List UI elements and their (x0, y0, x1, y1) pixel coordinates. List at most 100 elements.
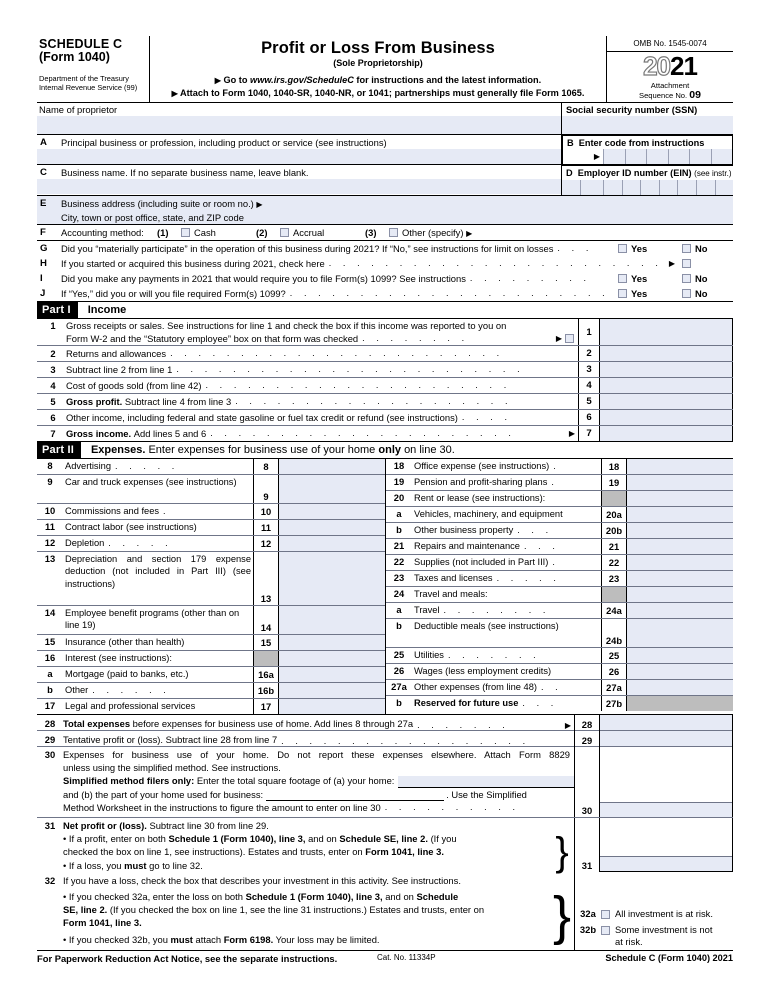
line-32b-checkbox[interactable] (601, 925, 610, 935)
line-28-amount[interactable] (600, 715, 732, 731)
code-cell[interactable] (710, 149, 732, 164)
code-cell[interactable] (689, 149, 711, 164)
expense-num-20a: a (396, 508, 402, 519)
l31-b3-a: • If a loss, you (63, 859, 122, 871)
expense-amount-24b[interactable] (627, 619, 733, 647)
expense-amount-15[interactable] (279, 635, 385, 650)
expense-amount-20a[interactable] (627, 507, 733, 522)
line-i-no[interactable]: No (679, 273, 733, 284)
line-a-input[interactable] (37, 149, 561, 164)
expense-amount-23[interactable] (627, 571, 733, 586)
expense-amount-24a[interactable] (627, 603, 733, 618)
line-31-amount[interactable] (600, 855, 732, 872)
ein-cell[interactable] (695, 180, 715, 195)
expense-amount-11[interactable] (279, 520, 385, 535)
income-amount-7[interactable] (600, 426, 733, 441)
line-j-no-checkbox[interactable] (682, 289, 691, 298)
income-amount-5[interactable] (600, 394, 733, 409)
ein-cell[interactable] (658, 180, 678, 195)
line-32-bullet-4-content: • If you checked 32b, you must attach Fo… (63, 933, 380, 946)
code-cell[interactable] (603, 149, 625, 164)
line-h-check[interactable] (679, 258, 733, 269)
expense-row-25: 25 Utilities . . . . . . . 25 (386, 648, 733, 664)
expense-amount-9[interactable] (279, 475, 385, 503)
ein-cell[interactable] (603, 180, 622, 195)
line-30-amount[interactable] (600, 802, 732, 817)
line-g-no-checkbox[interactable] (682, 244, 691, 253)
expense-num-14: 14 (44, 607, 56, 618)
line-30-business-sqft-input[interactable] (266, 788, 445, 801)
expense-amount-13[interactable] (279, 552, 385, 605)
expense-amount-25[interactable] (627, 648, 733, 663)
expense-row-26: 26 Wages (less employment credits) 26 (386, 664, 733, 680)
irs-url-link[interactable]: www.irs.gov/ScheduleC (250, 75, 354, 85)
expense-amount-10[interactable] (279, 504, 385, 519)
ein-cell[interactable] (562, 180, 580, 195)
line-32-num: 32 (44, 874, 56, 886)
expense-amount-27a[interactable] (627, 680, 733, 695)
expense-amount-16a[interactable] (279, 667, 385, 682)
income-amount-1[interactable] (600, 319, 733, 345)
line-30-box: 30 (581, 805, 593, 816)
code-cell[interactable] (667, 149, 689, 164)
expense-amount-8[interactable] (279, 459, 385, 474)
accounting-cash-checkbox[interactable] (181, 228, 190, 237)
line-32b-row[interactable]: 32b Some investment is not at risk. (575, 924, 733, 950)
line-f-opt1: Cash (194, 227, 216, 238)
ein-cell[interactable] (640, 180, 659, 195)
expense-amount-14[interactable] (279, 606, 385, 634)
ein-cell[interactable] (621, 180, 641, 195)
expense-amount-26[interactable] (627, 664, 733, 679)
expense-amount-17[interactable] (279, 699, 385, 714)
expense-label-16a: Mortgage (paid to banks, etc.) (65, 669, 189, 680)
line-30-home-sqft-input[interactable] (398, 775, 574, 788)
expense-amount-20b[interactable] (627, 523, 733, 538)
code-cell[interactable] (624, 149, 646, 164)
income-amount-4[interactable] (600, 378, 733, 393)
line-c-input[interactable] (37, 179, 561, 194)
code-cell[interactable] (646, 149, 668, 164)
accounting-accrual-checkbox[interactable] (280, 228, 289, 237)
ssn-input[interactable] (562, 116, 733, 134)
income-amount-3[interactable] (600, 362, 733, 377)
name-ssn-row: Name of proprietor Social security numbe… (37, 103, 733, 135)
line-b-code-cells[interactable]: ▶ (563, 149, 732, 164)
line-h-checkbox[interactable] (682, 259, 691, 268)
expense-amount-18[interactable] (627, 459, 733, 474)
line-g-yes-checkbox[interactable] (618, 244, 627, 253)
expense-label-19: Pension and profit-sharing plans (414, 477, 548, 488)
expense-text-20a: Vehicles, machinery, and equipment (412, 507, 601, 522)
line-32a-row[interactable]: 32a All investment is at risk. (575, 908, 733, 924)
ein-cell[interactable] (677, 180, 696, 195)
accounting-other-checkbox[interactable] (389, 228, 398, 237)
line-32a-checkbox[interactable] (601, 909, 610, 919)
income-amount-2[interactable] (600, 346, 733, 361)
line-e-text: Business address (including suite or roo… (61, 197, 263, 210)
line-j-no[interactable]: No (679, 288, 733, 299)
expense-amount-22[interactable] (627, 555, 733, 570)
line-29-amount[interactable] (600, 731, 732, 747)
omb-number: OMB No. 1545-0074 (607, 36, 733, 52)
expense-amount-16b[interactable] (279, 683, 385, 698)
lines-g-j: G Did you “materially participate” in th… (37, 241, 733, 301)
line-d-ein-cells[interactable] (562, 180, 734, 195)
expense-box-20-blocked (601, 491, 627, 506)
expense-box-24a: 24a (601, 603, 627, 618)
expense-amount-19[interactable] (627, 475, 733, 490)
part-2-banner: Part II Expenses. Enter expenses for bus… (37, 441, 733, 459)
line-j-yes[interactable]: Yes (615, 288, 679, 299)
ein-cell[interactable] (579, 180, 599, 195)
line-i-no-checkbox[interactable] (682, 274, 691, 283)
line-g-yes[interactable]: Yes (615, 243, 679, 254)
name-input[interactable] (37, 116, 561, 134)
statutory-employee-checkbox[interactable] (565, 334, 574, 343)
line-g-no[interactable]: No (679, 243, 733, 254)
expense-amount-21[interactable] (627, 539, 733, 554)
line-j-yes-checkbox[interactable] (618, 289, 627, 298)
line-i-yes-checkbox[interactable] (618, 274, 627, 283)
abcd-left: A Principal business or profession, incl… (37, 135, 562, 195)
expense-amount-12[interactable] (279, 536, 385, 551)
line-i-yes[interactable]: Yes (615, 273, 679, 284)
ein-cell[interactable] (714, 180, 734, 195)
income-amount-6[interactable] (600, 410, 733, 425)
